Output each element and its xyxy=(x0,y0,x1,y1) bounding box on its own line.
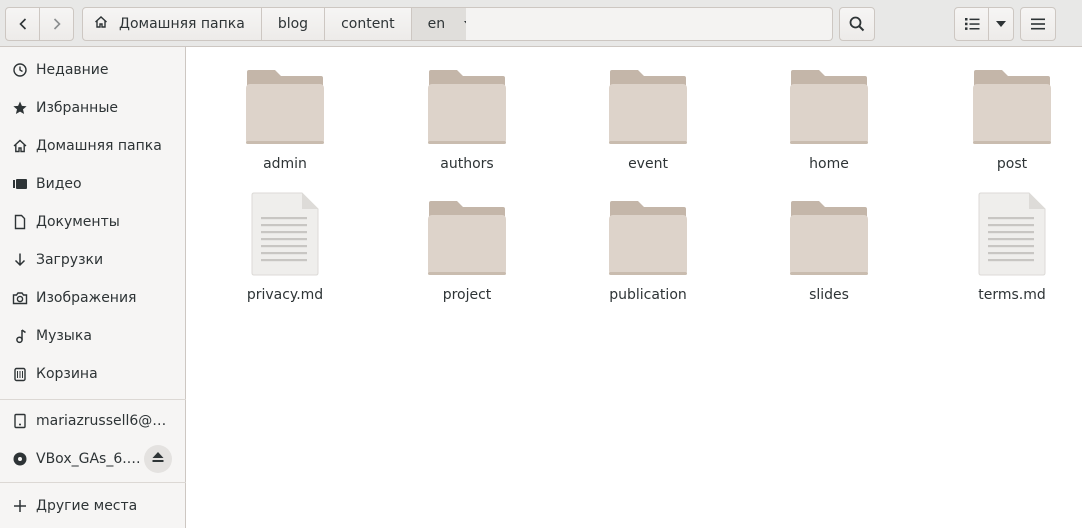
sidebar-item-label: Недавние xyxy=(36,62,109,78)
sidebar-item-video[interactable]: Видео xyxy=(0,168,186,200)
folder-icon xyxy=(972,64,1052,146)
file-item-folder[interactable]: publication xyxy=(588,195,708,315)
file-item-folder[interactable]: home xyxy=(769,64,889,184)
file-view: admin authors event home post privacy.md xyxy=(187,48,1082,528)
chevron-down-icon xyxy=(995,20,1007,28)
file-item-text[interactable]: terms.md xyxy=(952,192,1072,315)
file-item-folder[interactable]: authors xyxy=(407,64,527,184)
back-button[interactable] xyxy=(5,7,40,41)
file-name: event xyxy=(628,156,668,172)
chevron-left-icon xyxy=(15,16,31,32)
file-name: slides xyxy=(809,287,849,303)
folder-icon xyxy=(608,195,688,277)
home-icon xyxy=(11,137,29,155)
file-item-folder[interactable]: event xyxy=(588,64,708,184)
file-name: project xyxy=(442,287,492,303)
chevron-right-icon xyxy=(49,16,65,32)
network-drive-icon xyxy=(11,412,29,430)
file-item-folder[interactable]: post xyxy=(952,64,1072,184)
music-icon xyxy=(11,327,29,345)
sidebar-item-label: Загрузки xyxy=(36,252,104,268)
breadcrumb-home-label: Домашняя папка xyxy=(119,16,245,32)
breadcrumb-label: content xyxy=(341,16,395,32)
sidebar-item-vbox-disc[interactable]: VBox_GAs_6.… xyxy=(0,443,186,475)
breadcrumb: Домашняя папка blog content en xyxy=(82,7,487,41)
file-name: authors xyxy=(440,156,494,172)
download-icon xyxy=(11,251,29,269)
sidebar-item-documents[interactable]: Документы xyxy=(0,206,186,238)
sidebar-item-network-mount[interactable]: mariazrussell6@… xyxy=(0,405,186,437)
breadcrumb-label: blog xyxy=(277,16,309,32)
file-name: admin xyxy=(263,156,307,172)
file-name: terms.md xyxy=(978,287,1046,303)
star-icon xyxy=(11,99,29,117)
sidebar-item-label: mariazrussell6@… xyxy=(36,413,167,429)
sidebar-item-music[interactable]: Музыка xyxy=(0,320,186,352)
file-item-folder[interactable]: admin xyxy=(225,64,345,184)
sidebar-item-recent[interactable]: Недавние xyxy=(0,54,186,86)
sidebar-item-label: Изображения xyxy=(36,290,137,306)
video-icon xyxy=(11,175,29,193)
list-view-icon xyxy=(963,16,981,32)
view-options-button[interactable] xyxy=(988,7,1014,41)
home-icon xyxy=(93,14,119,34)
breadcrumb-home[interactable]: Домашняя папка xyxy=(83,8,262,40)
text-file-icon xyxy=(245,192,325,277)
file-name: post xyxy=(996,156,1028,172)
folder-icon xyxy=(789,195,869,277)
file-item-folder[interactable]: project xyxy=(407,195,527,315)
text-file-icon xyxy=(972,192,1052,277)
camera-icon xyxy=(11,289,29,307)
breadcrumb-content[interactable]: content xyxy=(325,8,412,40)
sidebar-item-pictures[interactable]: Изображения xyxy=(0,282,186,314)
eject-icon xyxy=(151,450,165,468)
forward-button[interactable] xyxy=(39,7,74,41)
file-name: home xyxy=(809,156,849,172)
folder-icon xyxy=(427,64,507,146)
path-entry-field[interactable] xyxy=(466,7,833,41)
hamburger-menu-icon xyxy=(1030,17,1046,31)
disc-icon xyxy=(11,450,29,468)
trash-icon xyxy=(11,365,29,383)
clock-icon xyxy=(11,61,29,79)
folder-icon xyxy=(427,195,507,277)
sidebar-divider xyxy=(0,399,186,400)
sidebar-item-home[interactable]: Домашняя папка xyxy=(0,130,186,162)
sidebar-item-label: Другие места xyxy=(36,498,138,514)
sidebar-item-label: Избранные xyxy=(36,100,118,116)
eject-button[interactable] xyxy=(144,445,172,473)
sidebar-item-other-locations[interactable]: Другие места xyxy=(0,490,186,522)
folder-icon xyxy=(245,64,325,146)
list-view-button[interactable] xyxy=(954,7,989,41)
main-menu-button[interactable] xyxy=(1020,7,1056,41)
search-button[interactable] xyxy=(839,7,875,41)
folder-icon xyxy=(789,64,869,146)
header-bar: Домашняя папка blog content en xyxy=(0,0,1082,47)
sidebar-item-label: Корзина xyxy=(36,366,98,382)
sidebar: Недавние Избранные Домашняя папка Видео … xyxy=(0,47,186,528)
sidebar-item-starred[interactable]: Избранные xyxy=(0,92,186,124)
breadcrumb-blog[interactable]: blog xyxy=(262,8,326,40)
file-item-folder[interactable]: slides xyxy=(769,195,889,315)
file-name: privacy.md xyxy=(246,287,324,303)
sidebar-item-label: Документы xyxy=(36,214,120,230)
document-icon xyxy=(11,213,29,231)
file-name: publication xyxy=(609,287,687,303)
sidebar-item-label: Музыка xyxy=(36,328,92,344)
sidebar-item-label: Видео xyxy=(36,176,82,192)
folder-icon xyxy=(608,64,688,146)
plus-icon xyxy=(11,497,29,515)
breadcrumb-label: en xyxy=(427,16,446,32)
file-item-text[interactable]: privacy.md xyxy=(225,192,345,315)
sidebar-item-label: Домашняя папка xyxy=(36,138,162,154)
sidebar-divider xyxy=(0,482,186,483)
sidebar-item-trash[interactable]: Корзина xyxy=(0,358,186,390)
sidebar-item-label: VBox_GAs_6.… xyxy=(36,451,141,467)
search-icon xyxy=(848,15,866,33)
sidebar-item-downloads[interactable]: Загрузки xyxy=(0,244,186,276)
